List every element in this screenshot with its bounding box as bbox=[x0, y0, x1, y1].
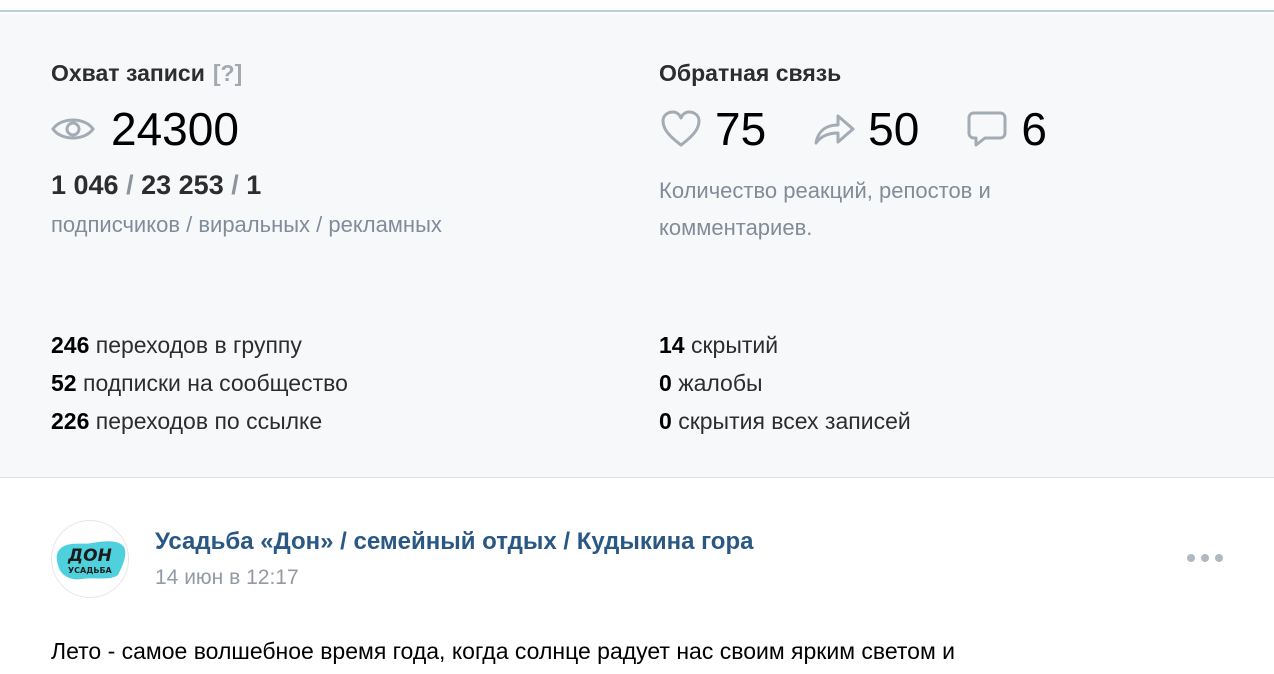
metric-label: подписки на сообщество bbox=[82, 370, 348, 396]
metric-value: 0 bbox=[659, 408, 672, 434]
metric-label: переходов по ссылке bbox=[95, 408, 323, 434]
dot bbox=[1215, 554, 1223, 562]
metric-label: скрытий bbox=[690, 332, 779, 358]
metric-value: 226 bbox=[51, 408, 90, 434]
post-statistics-panel: Охват записи [?] 24300 1 046 / 23 253 / 1… bbox=[0, 14, 1274, 478]
metric-hide-all-posts: 0 скрытия всех записей bbox=[659, 402, 911, 440]
svg-text:ДОН: ДОН bbox=[67, 546, 112, 566]
separator: / bbox=[231, 170, 239, 200]
feedback-description: Количество реакций, репостов и комментар… bbox=[659, 178, 991, 240]
post-text: Лето - самое волшебное время года, когда… bbox=[51, 638, 956, 664]
metric-value: 52 bbox=[51, 370, 77, 396]
top-divider bbox=[0, 0, 1274, 12]
comment-icon bbox=[967, 111, 1007, 147]
metric-link-clicks: 226 переходов по ссылке bbox=[51, 402, 348, 440]
metric-label: переходов в группу bbox=[95, 332, 302, 358]
reach-title-text: Охват записи bbox=[51, 60, 205, 86]
reposts-counter: 50 bbox=[812, 102, 919, 156]
reach-title: Охват записи [?] bbox=[51, 60, 242, 87]
metric-label: жалобы bbox=[678, 370, 763, 396]
more-options-icon[interactable] bbox=[1187, 548, 1223, 568]
reach-viral-value: 23 253 bbox=[141, 170, 224, 200]
metric-group-visits: 246 переходов в группу bbox=[51, 326, 348, 364]
metric-value: 0 bbox=[659, 370, 672, 396]
metric-complaints: 0 жалобы bbox=[659, 364, 911, 402]
eye-icon bbox=[51, 118, 95, 140]
dot bbox=[1201, 554, 1209, 562]
metric-label: скрытия всех записей bbox=[678, 408, 911, 434]
metric-hides: 14 скрытий bbox=[659, 326, 911, 364]
reach-total-row: 24300 bbox=[51, 102, 239, 156]
separator: / bbox=[126, 170, 134, 200]
reach-split-labels: подписчиков / виральных / рекламных bbox=[51, 212, 442, 237]
likes-count: 75 bbox=[715, 103, 767, 155]
reach-subscribers-value: 1 046 bbox=[51, 170, 119, 200]
share-arrow-icon bbox=[814, 114, 855, 145]
right-metrics-list: 14 скрытий 0 жалобы 0 скрытия всех запис… bbox=[659, 326, 911, 440]
svg-text:УСАДЬБА: УСАДЬБА bbox=[68, 566, 113, 575]
reposts-count: 50 bbox=[868, 103, 920, 155]
reach-split: 1 046 / 23 253 / 1 bbox=[51, 170, 261, 201]
likes-counter: 75 bbox=[659, 102, 766, 156]
feedback-counters: 75 50 6 bbox=[659, 102, 1093, 156]
post-date-link[interactable]: 14 июн в 12:17 bbox=[155, 566, 299, 590]
post-header: ДОН УСАДЬБА Усадьба «Дон» / семейный отд… bbox=[51, 520, 1231, 600]
avatar[interactable]: ДОН УСАДЬБА bbox=[51, 520, 129, 598]
metric-subscriptions: 52 подписки на сообщество bbox=[51, 364, 348, 402]
comments-count: 6 bbox=[1021, 103, 1047, 155]
metric-value: 246 bbox=[51, 332, 90, 358]
post-author-link[interactable]: Усадьба «Дон» / семейный отдых / Кудыкин… bbox=[155, 528, 753, 556]
community-logo: ДОН УСАДЬБА bbox=[56, 541, 126, 580]
comments-counter: 6 bbox=[965, 102, 1047, 156]
metric-value: 14 bbox=[659, 332, 685, 358]
reach-help-hint[interactable]: [?] bbox=[213, 60, 242, 86]
dot bbox=[1187, 554, 1195, 562]
feedback-title: Обратная связь bbox=[659, 60, 842, 86]
reach-ads-value: 1 bbox=[246, 170, 262, 200]
reach-total-value: 24300 bbox=[111, 103, 239, 155]
heart-icon bbox=[661, 110, 701, 147]
left-metrics-list: 246 переходов в группу 52 подписки на со… bbox=[51, 326, 348, 440]
